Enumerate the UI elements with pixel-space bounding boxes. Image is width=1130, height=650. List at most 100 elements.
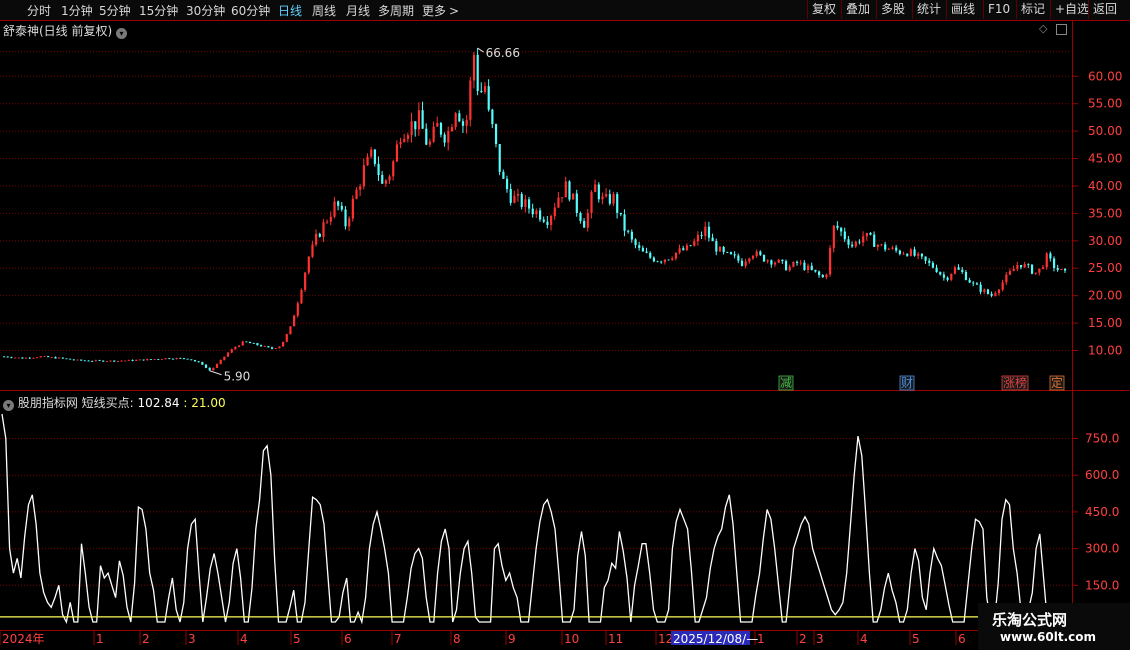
candle-body bbox=[1038, 268, 1041, 273]
candle-body bbox=[649, 252, 652, 258]
candle-body bbox=[953, 267, 957, 274]
candle-body bbox=[164, 358, 167, 360]
indicator-baseline-value: 21.00 bbox=[191, 396, 226, 410]
candle-body bbox=[513, 195, 516, 203]
candle-body bbox=[94, 360, 97, 362]
candle-body bbox=[997, 289, 1001, 294]
candle-body bbox=[770, 260, 773, 265]
candle-body bbox=[612, 194, 615, 204]
candle-body bbox=[946, 277, 949, 280]
candlestick-series bbox=[3, 48, 1067, 371]
candle-body bbox=[373, 149, 376, 164]
candle-body bbox=[682, 248, 685, 251]
candle-body bbox=[204, 364, 208, 368]
candle-body bbox=[1016, 264, 1019, 269]
x-tick-label: 8 bbox=[453, 632, 461, 646]
candle-body bbox=[395, 144, 399, 162]
candle-body bbox=[696, 235, 700, 242]
candle-body bbox=[428, 141, 432, 145]
panel-toggle-icon[interactable] bbox=[1056, 24, 1067, 35]
candle-body bbox=[862, 236, 865, 243]
candle-body bbox=[505, 178, 509, 190]
candle-body bbox=[21, 357, 24, 359]
candle-body bbox=[667, 259, 670, 261]
candle-body bbox=[1012, 268, 1015, 272]
price-tick-label: 40.00 bbox=[1088, 179, 1122, 193]
price-panel-title-text: 舒泰神(日线 前复权) bbox=[3, 24, 113, 38]
indicator-line bbox=[1, 413, 1055, 625]
candle-body bbox=[461, 121, 465, 126]
candle-body bbox=[1027, 264, 1030, 265]
x-tick-label: 4 bbox=[240, 632, 248, 646]
candle-body bbox=[43, 356, 46, 357]
candle-body bbox=[480, 90, 483, 92]
candle-body bbox=[17, 357, 20, 359]
candle-body bbox=[72, 359, 75, 361]
indicator-menu-icon[interactable]: ▾ bbox=[3, 400, 14, 411]
candle-body bbox=[47, 356, 50, 358]
indicator-series-label: 短线买点: bbox=[81, 396, 134, 410]
candle-body bbox=[245, 341, 248, 343]
candle-body bbox=[884, 244, 887, 250]
candle-body bbox=[315, 233, 318, 245]
candle-body bbox=[3, 356, 6, 358]
price-tick-label: 50.00 bbox=[1088, 124, 1122, 138]
candle-body bbox=[847, 239, 850, 245]
candle-body bbox=[737, 255, 740, 261]
x-tick-label: 4 bbox=[860, 632, 868, 646]
candle-body bbox=[212, 367, 215, 371]
candle-body bbox=[384, 180, 388, 184]
candle-body bbox=[689, 245, 692, 247]
candle-body bbox=[829, 248, 832, 275]
low-label: 5.90 bbox=[224, 370, 251, 384]
candle-body bbox=[201, 362, 204, 365]
price-tick-label: 20.00 bbox=[1088, 289, 1122, 303]
candle-body bbox=[1005, 274, 1008, 283]
diamond-icon[interactable]: ◇ bbox=[1039, 22, 1047, 35]
candle-body bbox=[685, 245, 689, 251]
candle-body bbox=[329, 216, 332, 222]
candle-body bbox=[550, 216, 553, 225]
candle-body bbox=[215, 363, 219, 368]
x-tick-label: 2 bbox=[799, 632, 807, 646]
candle-body bbox=[616, 194, 619, 213]
candle-body bbox=[957, 267, 960, 270]
candle-body bbox=[311, 244, 314, 257]
candle-body bbox=[197, 361, 200, 363]
x-tick-label: 3 bbox=[188, 632, 196, 646]
x-tick-label: 7 bbox=[394, 632, 402, 646]
candle-body bbox=[377, 163, 380, 176]
indicator-tick-label: 600.0 bbox=[1085, 468, 1119, 482]
candle-body bbox=[950, 273, 953, 280]
candle-body bbox=[645, 251, 648, 253]
x-tick-label: 2024年 bbox=[2, 632, 45, 646]
candle-body bbox=[263, 346, 266, 347]
candle-body bbox=[6, 356, 9, 358]
candle-body bbox=[568, 181, 571, 200]
candle-body bbox=[634, 239, 637, 246]
candle-body bbox=[483, 86, 487, 92]
candle-body bbox=[127, 359, 131, 361]
candle-body bbox=[784, 261, 788, 271]
event-marker: 财 bbox=[901, 376, 913, 390]
dropdown-icon[interactable]: ▾ bbox=[116, 28, 128, 39]
candle-body bbox=[439, 122, 443, 135]
candle-body bbox=[924, 256, 927, 261]
candle-body bbox=[1064, 268, 1067, 271]
cursor-date: 2025/12/08/— bbox=[673, 632, 758, 646]
candle-body bbox=[179, 358, 182, 359]
candle-body bbox=[300, 289, 303, 304]
candle-body bbox=[821, 275, 824, 278]
candle-body bbox=[138, 359, 142, 361]
x-tick-label: 5 bbox=[912, 632, 920, 646]
candle-body bbox=[928, 260, 931, 263]
candle-body bbox=[873, 234, 876, 247]
candle-body bbox=[579, 213, 582, 221]
candle-body bbox=[443, 134, 446, 143]
candle-body bbox=[869, 232, 872, 235]
candle-body bbox=[516, 193, 520, 196]
candle-body bbox=[193, 360, 197, 362]
candle-body bbox=[146, 359, 149, 361]
x-tick-label: 10 bbox=[564, 632, 579, 646]
candle-body bbox=[160, 359, 164, 361]
